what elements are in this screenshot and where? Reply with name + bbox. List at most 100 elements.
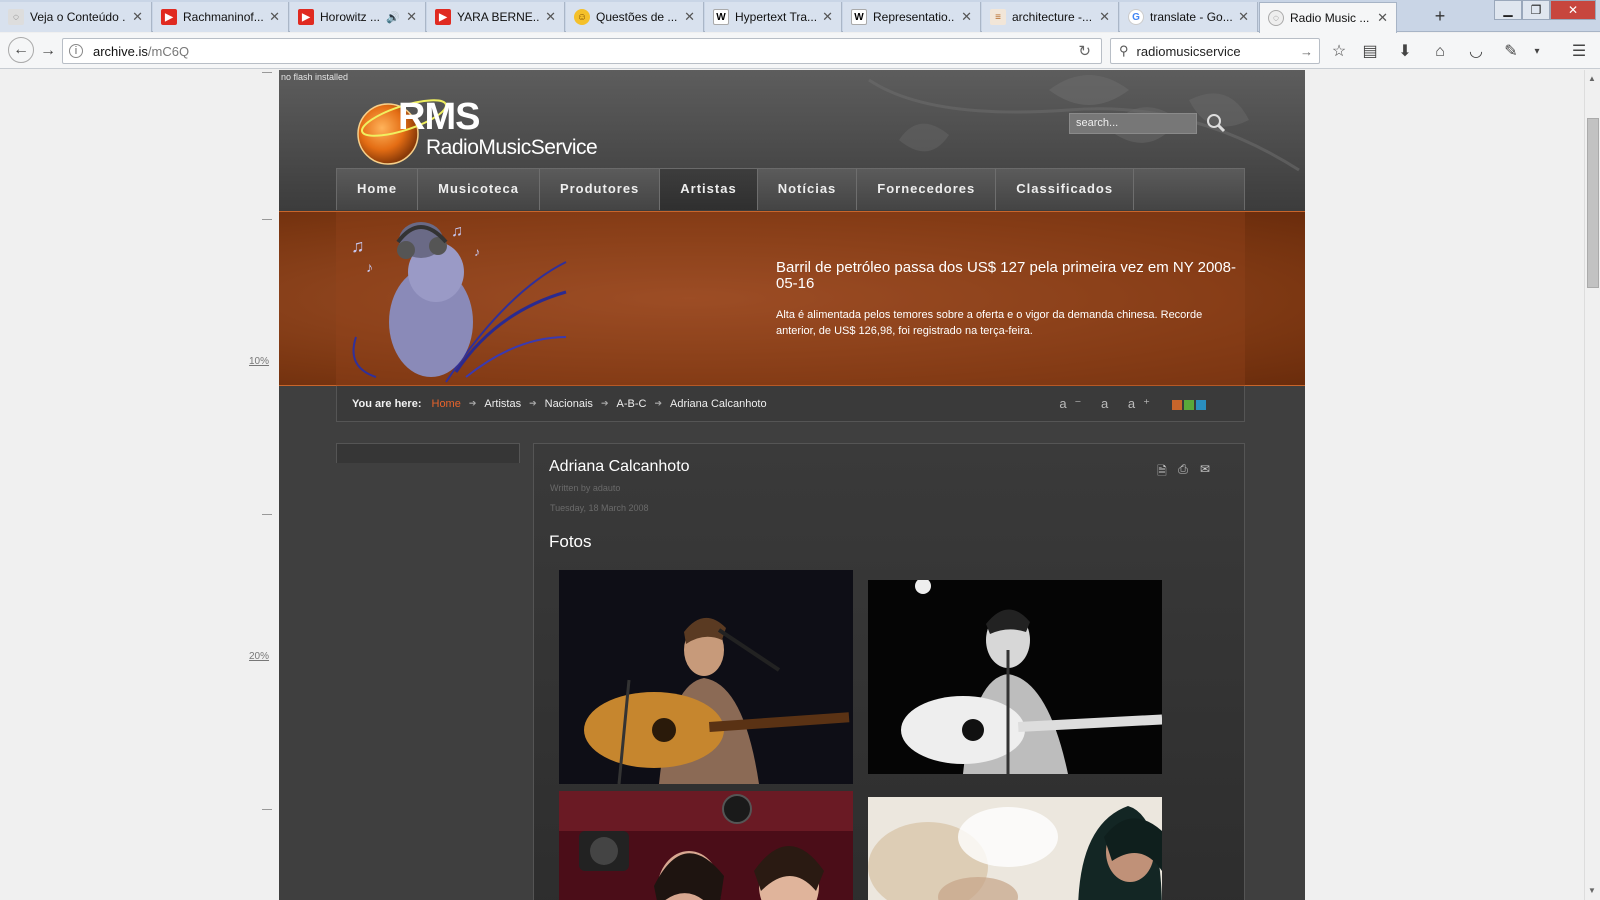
theme-green-swatch[interactable] bbox=[1184, 400, 1194, 410]
search-query: radiomusicservice bbox=[1136, 43, 1241, 59]
breadcrumb: You are here: Home ➔ Artistas ➔ Nacionai… bbox=[336, 386, 1245, 422]
chevron-down-icon[interactable]: ▾ bbox=[1526, 41, 1548, 63]
scroll-up-icon[interactable]: ▲ bbox=[1588, 74, 1596, 83]
photo-1[interactable] bbox=[559, 570, 853, 784]
wikipedia-icon: W bbox=[713, 9, 729, 25]
forward-button[interactable]: → bbox=[36, 39, 60, 63]
tab-8[interactable]: ≡ architecture -... ✕ bbox=[982, 2, 1119, 32]
close-icon[interactable]: ✕ bbox=[545, 9, 556, 25]
print-icon[interactable]: ⎙ bbox=[1175, 462, 1191, 476]
minimize-button[interactable]: ▁ bbox=[1494, 0, 1522, 20]
font-decrease-button[interactable]: a⁻ bbox=[1059, 396, 1089, 411]
close-icon[interactable]: ✕ bbox=[684, 9, 695, 25]
logo-name: RadioMusicService bbox=[426, 136, 598, 159]
pocket-icon[interactable]: ◡ bbox=[1465, 41, 1487, 63]
globe-icon: ◌ bbox=[8, 9, 24, 25]
font-reset-button[interactable]: a bbox=[1101, 396, 1116, 411]
close-icon[interactable]: ✕ bbox=[406, 9, 417, 25]
address-bar[interactable]: i archive.is/mC6Q ↻ bbox=[62, 38, 1102, 64]
site-logo[interactable]: RMS RadioMusicService bbox=[354, 90, 624, 168]
arrow-left-icon: ← bbox=[13, 41, 29, 58]
breadcrumb-home[interactable]: Home bbox=[432, 398, 461, 410]
nav-musicoteca[interactable]: Musicoteca bbox=[418, 169, 540, 210]
scroll-down-icon[interactable]: ▼ bbox=[1588, 886, 1596, 895]
speaker-icon[interactable]: 🔊 bbox=[386, 11, 400, 24]
nav-produtores[interactable]: Produtores bbox=[540, 169, 661, 210]
pdf-icon[interactable]: 🗎 bbox=[1154, 462, 1170, 478]
youtube-icon: ▶ bbox=[435, 9, 451, 25]
download-icon[interactable]: ⬇ bbox=[1394, 41, 1416, 63]
tab-9[interactable]: G translate - Go... ✕ bbox=[1120, 2, 1258, 32]
nav-home[interactable]: Home bbox=[337, 169, 419, 210]
arrow-right-icon[interactable]: → bbox=[1300, 44, 1313, 59]
tab-title: Rachmaninof... bbox=[183, 10, 264, 24]
close-icon[interactable]: ✕ bbox=[1238, 9, 1249, 25]
tab-3[interactable]: ▶ Horowitz ... 🔊 ✕ bbox=[290, 2, 426, 32]
ruler-label[interactable]: 20% bbox=[249, 651, 269, 662]
theme-orange-swatch[interactable] bbox=[1172, 400, 1182, 410]
youtube-icon: ▶ bbox=[161, 9, 177, 25]
navigation-toolbar: ← → i archive.is/mC6Q ↻ ⚲ radiomusicserv… bbox=[0, 33, 1600, 69]
ruler-label[interactable]: 10% bbox=[249, 356, 269, 367]
svg-text:♪: ♪ bbox=[366, 259, 373, 275]
restore-button[interactable]: ❐ bbox=[1522, 0, 1550, 20]
browser-search-box[interactable]: ⚲ radiomusicservice → bbox=[1110, 38, 1320, 64]
tab-1[interactable]: ◌ Veja o Conteúdo ... ✕ bbox=[0, 2, 152, 32]
font-increase-button[interactable]: a⁺ bbox=[1128, 396, 1158, 411]
theme-blue-swatch[interactable] bbox=[1196, 400, 1206, 410]
svg-text:♫: ♫ bbox=[351, 236, 365, 256]
nav-fornecedores[interactable]: Fornecedores bbox=[857, 169, 997, 210]
reload-icon[interactable]: ↻ bbox=[1078, 42, 1091, 60]
tab-6[interactable]: W Hypertext Tra... ✕ bbox=[705, 2, 842, 32]
breadcrumb-separator-icon: ➔ bbox=[529, 398, 537, 408]
news-headline[interactable]: Barril de petróleo passa dos US$ 127 pel… bbox=[776, 260, 1236, 292]
breadcrumb-separator-icon: ➔ bbox=[654, 398, 662, 408]
email-icon[interactable]: ✉ bbox=[1197, 462, 1213, 476]
close-icon[interactable]: ✕ bbox=[132, 9, 143, 25]
scrollbar-thumb[interactable] bbox=[1587, 118, 1599, 288]
menu-icon[interactable]: ☰ bbox=[1568, 41, 1590, 63]
search-icon: ⚲ bbox=[1119, 43, 1129, 58]
tab-title: Representatio... bbox=[873, 10, 956, 24]
breadcrumb-separator-icon: ➔ bbox=[468, 398, 477, 408]
window-close-button[interactable]: ✕ bbox=[1550, 0, 1596, 20]
nav-classificados[interactable]: Classificados bbox=[996, 169, 1135, 210]
breadcrumb-label: You are here: bbox=[352, 397, 422, 410]
tab-10-active[interactable]: ◌ Radio Music ... ✕ bbox=[1259, 2, 1397, 33]
reading-list-icon[interactable]: ▤ bbox=[1359, 41, 1381, 63]
tab-4[interactable]: ▶ YARA BERNE... ✕ bbox=[427, 2, 565, 32]
site-search-input[interactable]: search... bbox=[1069, 113, 1197, 134]
tab-title: Hypertext Tra... bbox=[735, 10, 817, 24]
photo-4[interactable] bbox=[868, 797, 1162, 900]
nav-noticias[interactable]: Notícias bbox=[758, 169, 858, 210]
back-button[interactable]: ← bbox=[8, 37, 34, 63]
tab-strip: ◌ Veja o Conteúdo ... ✕ ▶ Rachmaninof...… bbox=[0, 0, 1600, 33]
close-icon[interactable]: ✕ bbox=[961, 9, 972, 25]
url-host: archive.is bbox=[93, 43, 148, 59]
tab-5[interactable]: ☺ Questões de ... ✕ bbox=[566, 2, 704, 32]
extension-icon[interactable]: ✎ bbox=[1500, 41, 1522, 63]
page-scrollbar[interactable]: ▲ ▼ bbox=[1584, 70, 1600, 900]
article-panel: Adriana Calcanhoto Written by adauto Tue… bbox=[533, 443, 1245, 900]
breadcrumb-nacionais[interactable]: Nacionais bbox=[545, 398, 593, 410]
main-navigation: Home Musicoteca Produtores Artistas Notí… bbox=[336, 168, 1245, 210]
info-icon[interactable]: i bbox=[69, 44, 83, 58]
close-icon[interactable]: ✕ bbox=[1099, 9, 1110, 25]
close-icon[interactable]: ✕ bbox=[822, 9, 833, 25]
photo-2[interactable] bbox=[868, 580, 1162, 774]
home-icon[interactable]: ⌂ bbox=[1429, 41, 1451, 63]
close-icon[interactable]: ✕ bbox=[1377, 10, 1388, 26]
close-icon[interactable]: ✕ bbox=[269, 9, 280, 25]
article-title[interactable]: Adriana Calcanhoto bbox=[549, 458, 690, 476]
breadcrumb-artistas[interactable]: Artistas bbox=[484, 398, 521, 410]
tab-2[interactable]: ▶ Rachmaninof... ✕ bbox=[153, 2, 289, 32]
nav-artistas[interactable]: Artistas bbox=[660, 169, 758, 210]
search-icon[interactable] bbox=[1204, 111, 1228, 135]
photo-3[interactable] bbox=[559, 791, 853, 900]
bookmark-star-icon[interactable]: ☆ bbox=[1328, 41, 1350, 63]
ruler-tick bbox=[262, 514, 272, 515]
tab-7[interactable]: W Representatio... ✕ bbox=[843, 2, 981, 32]
google-icon: G bbox=[1128, 9, 1144, 25]
new-tab-button[interactable]: + bbox=[1428, 4, 1452, 28]
breadcrumb-abc[interactable]: A-B-C bbox=[616, 398, 646, 410]
